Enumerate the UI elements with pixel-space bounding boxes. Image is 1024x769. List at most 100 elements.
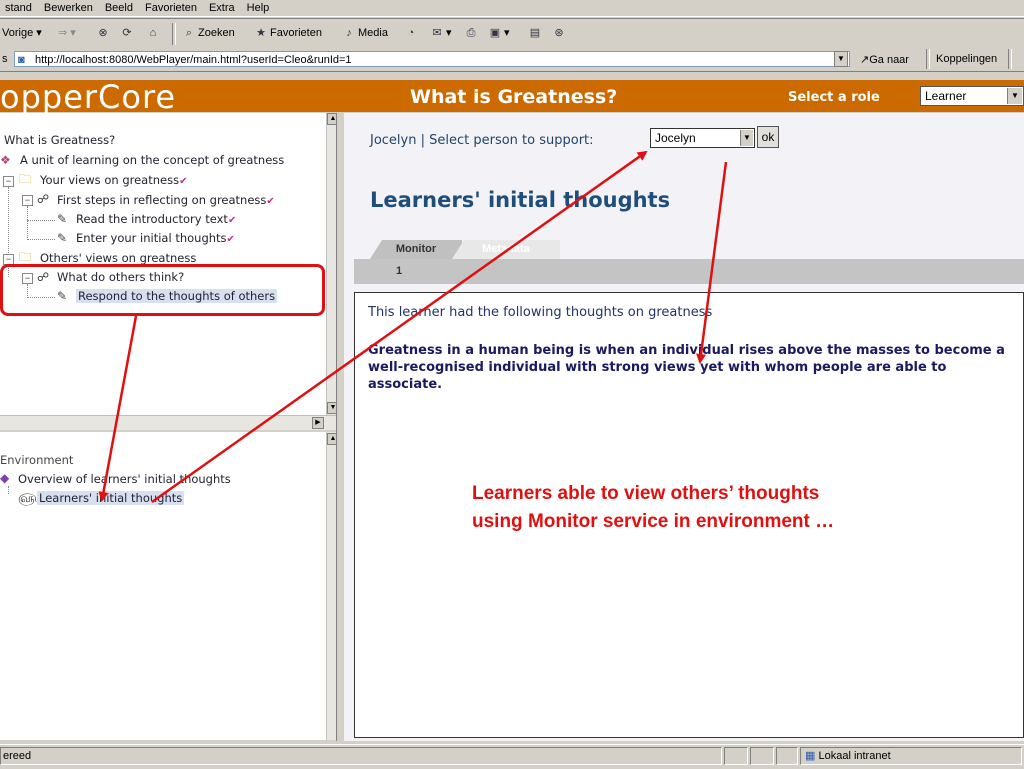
annotation-line-1: Learners able to view others’ thoughts <box>472 483 820 504</box>
tree-item-label: First steps in reflecting on greatness <box>57 193 267 207</box>
scroll-right-button[interactable]: ▶ <box>312 417 324 429</box>
environment-root[interactable]: Environment <box>0 453 73 467</box>
print-button[interactable]: ⎙ <box>464 25 480 41</box>
address-url: http://localhost:8080/WebPlayer/main.htm… <box>35 54 352 66</box>
checkmark-icon: ✔ <box>226 234 235 245</box>
go-button[interactable]: ↗Ga naar <box>860 53 909 66</box>
mail-button[interactable]: ✉ ▾ <box>430 25 451 41</box>
menu-item-help[interactable]: Help <box>242 1 277 15</box>
tab-metadata[interactable]: Metadata <box>452 240 560 259</box>
messenger-icon: ⊛ <box>554 27 564 40</box>
checkmark-icon: ✔ <box>227 215 237 226</box>
tree-line <box>27 220 55 221</box>
tree-line <box>27 239 55 240</box>
refresh-icon: ⟳ <box>122 27 132 40</box>
go-label: Ga naar <box>869 54 909 66</box>
tree-item-label: Read the introductory text <box>76 212 228 226</box>
tree-line <box>8 486 9 494</box>
learning-unit-icon: ❖ <box>0 153 11 167</box>
favorites-button[interactable]: ★ Favorieten <box>254 25 322 41</box>
activity-structure-icon: ☍ <box>37 192 50 206</box>
mail-icon: ✉ <box>432 27 442 40</box>
address-bar: s ◙ http://localhost:8080/WebPlayer/main… <box>0 49 1024 72</box>
search-icon: ⌕ <box>185 27 193 40</box>
tree-item-others-views[interactable]: Others' views on greatness <box>40 251 196 265</box>
media-label: Media <box>358 27 388 39</box>
learning-activity-icon: ✎ <box>57 231 68 245</box>
history-button[interactable]: ◔ <box>404 25 420 41</box>
menu-item-file[interactable]: stand <box>0 1 39 15</box>
forward-button[interactable]: ⇒ ▾ <box>58 25 76 41</box>
media-icon: ♪ <box>346 27 352 40</box>
dropdown-arrow-icon: ▾ <box>36 27 42 39</box>
tree-item-unit[interactable]: A unit of learning on the concept of gre… <box>20 153 284 167</box>
links-button[interactable]: Koppelingen <box>936 53 997 65</box>
edit-button[interactable]: ▣ ▾ <box>488 25 510 41</box>
stop-button[interactable]: ⊗ <box>96 25 112 41</box>
role-select[interactable]: Learner ▼ <box>920 86 1024 106</box>
tab-content-strip <box>354 259 1024 284</box>
document-icon: ▤ <box>529 27 541 40</box>
page-number[interactable]: 1 <box>396 265 402 277</box>
env-item-learners-thoughts[interactable]: Learners' initial thoughts <box>37 491 185 505</box>
tree-line <box>27 206 28 240</box>
address-label-fragment: s <box>2 53 8 65</box>
zone-panel: ▦ Lokaal intranet <box>800 747 1022 765</box>
history-icon: ◔ <box>407 27 415 40</box>
collapse-icon[interactable]: − <box>22 195 33 206</box>
book-icon: ◆ <box>0 471 10 485</box>
tree-hscrollbar[interactable]: ▶ <box>0 415 340 430</box>
status-panel <box>750 747 774 765</box>
chevron-down-icon[interactable]: ▼ <box>740 130 753 146</box>
address-dropdown-button[interactable]: ▼ <box>834 51 848 67</box>
viewer-intro-text: This learner had the following thoughts … <box>368 305 713 320</box>
activity-tree-pane: What is Greatness? ❖ A unit of learning … <box>0 113 340 415</box>
checkmark-icon: ✔ <box>179 176 188 187</box>
menu-item-tools[interactable]: Extra <box>204 1 242 15</box>
ok-button[interactable]: ok <box>757 126 779 148</box>
address-separator <box>926 49 930 69</box>
role-value: Learner <box>925 89 967 103</box>
print-icon: ⎙ <box>466 27 476 40</box>
checkmark-icon: ✔ <box>266 196 275 207</box>
status-panel <box>776 747 798 765</box>
address-input[interactable]: ◙ http://localhost:8080/WebPlayer/main.h… <box>14 51 850 67</box>
highlight-box <box>0 264 325 316</box>
folder-open-icon: 🗀 <box>19 172 32 186</box>
env-item-overview[interactable]: Overview of learners' initial thoughts <box>18 472 231 486</box>
tree-item-enter-thoughts[interactable]: Enter your initial thoughts✔ <box>76 231 235 247</box>
person-value: Jocelyn <box>655 131 696 145</box>
annotation-caption: Learners able to view others’ thoughts u… <box>472 480 932 536</box>
folder-open-icon: 🗀 <box>19 250 32 264</box>
search-button[interactable]: ⌕ Zoeken <box>182 25 235 41</box>
status-panel <box>724 747 748 765</box>
status-bar: ereed ▦ Lokaal intranet <box>0 744 1024 769</box>
refresh-button[interactable]: ⟳ <box>120 25 136 41</box>
home-button[interactable]: ⌂ <box>146 25 162 41</box>
collapse-icon[interactable]: − <box>3 176 14 187</box>
tree-item-first-steps[interactable]: First steps in reflecting on greatness✔ <box>57 193 275 209</box>
toolbar-separator <box>172 23 176 45</box>
tree-root[interactable]: What is Greatness? <box>4 133 115 147</box>
chevron-down-icon[interactable]: ▼ <box>1007 88 1022 104</box>
tree-item-label: Enter your initial thoughts <box>76 231 227 245</box>
person-select[interactable]: Jocelyn ▼ <box>650 128 755 148</box>
tree-item-your-views[interactable]: Your views on greatness✔ <box>40 173 187 189</box>
menu-item-favorites[interactable]: Favorieten <box>140 1 204 15</box>
intranet-icon: ▦ <box>805 750 816 762</box>
back-label: Vorige <box>2 27 34 39</box>
menu-item-edit[interactable]: Bewerken <box>39 1 100 15</box>
select-person-label: Jocelyn | Select person to support: <box>370 133 594 148</box>
role-label: Select a role <box>788 90 880 105</box>
back-button[interactable]: Vorige ▾ <box>2 25 42 41</box>
tab-monitor[interactable]: Monitor <box>370 240 462 259</box>
app-title: What is Greatness? <box>410 86 618 108</box>
discuss-button[interactable]: ▤ <box>528 25 544 41</box>
content-heading: Learners' initial thoughts <box>370 188 671 212</box>
menu-item-view[interactable]: Beeld <box>100 1 140 15</box>
messenger-button[interactable]: ⊛ <box>552 25 568 41</box>
media-button[interactable]: ♪ Media <box>342 25 388 41</box>
stop-icon: ⊗ <box>98 27 108 40</box>
tree-item-read-intro[interactable]: Read the introductory text✔ <box>76 212 236 228</box>
status-text: ereed <box>0 747 722 765</box>
